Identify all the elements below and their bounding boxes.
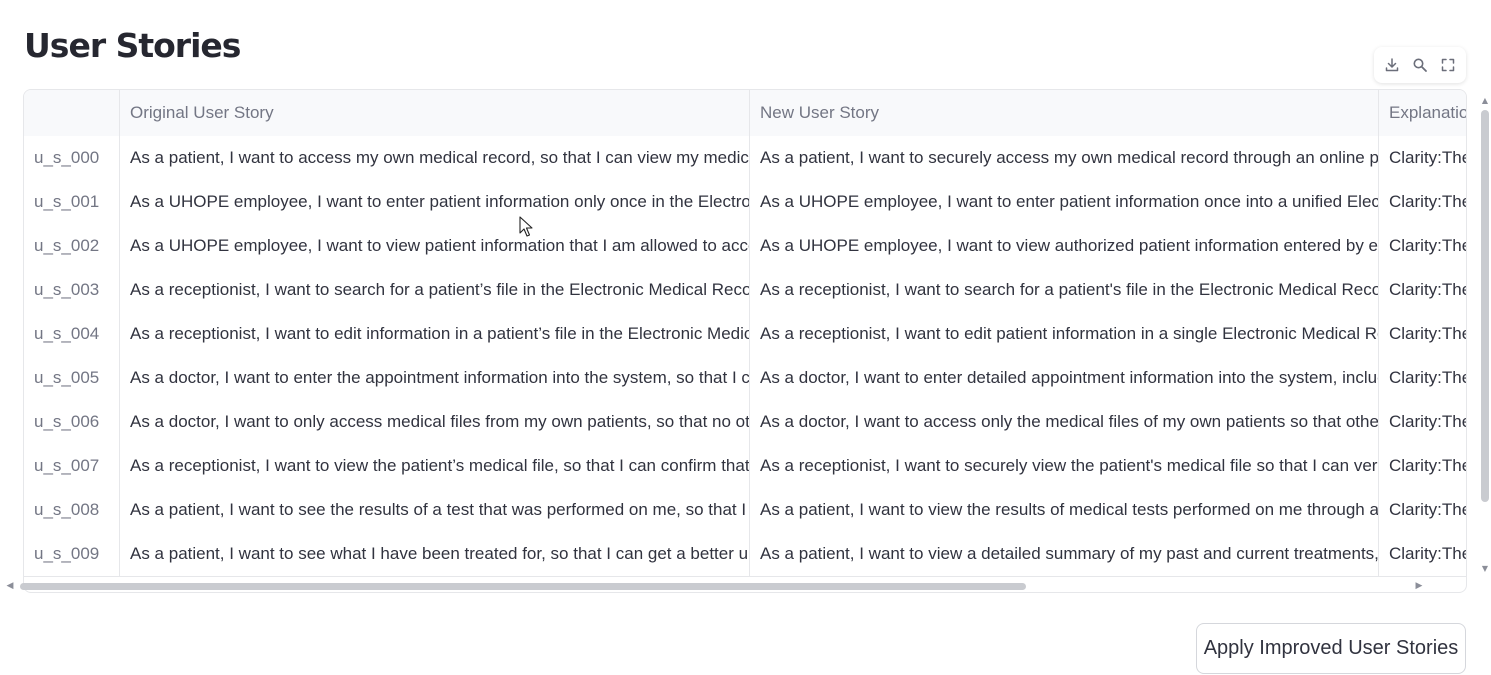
original-story-cell[interactable]: As a UHOPE employee, I want to enter pat… — [120, 180, 750, 224]
user-stories-table[interactable]: Original User Story New User Story Expla… — [23, 89, 1467, 593]
scroll-down-icon[interactable]: ▼ — [1480, 565, 1490, 573]
column-header-explanation[interactable]: Explanation — [1379, 90, 1466, 136]
row-index[interactable]: u_s_008 — [24, 488, 120, 532]
explanation-cell[interactable]: Clarity:The — [1379, 356, 1466, 400]
column-header-original[interactable]: Original User Story — [120, 90, 750, 136]
page-title: User Stories — [24, 26, 241, 65]
row-index[interactable]: u_s_003 — [24, 268, 120, 312]
column-header-new[interactable]: New User Story — [750, 90, 1379, 136]
table-row[interactable]: u_s_000 As a patient, I want to access m… — [24, 136, 1466, 181]
explanation-cell[interactable]: Clarity:The — [1379, 268, 1466, 312]
row-index[interactable]: u_s_004 — [24, 312, 120, 356]
original-story-cell[interactable]: As a patient, I want to access my own me… — [120, 136, 750, 180]
row-index[interactable]: u_s_002 — [24, 224, 120, 268]
explanation-cell[interactable]: Clarity:The — [1379, 180, 1466, 224]
horizontal-scrollbar[interactable] — [20, 583, 1026, 590]
row-index[interactable]: u_s_006 — [24, 400, 120, 444]
explanation-cell[interactable]: Clarity:The — [1379, 532, 1466, 576]
table-row[interactable]: u_s_003 As a receptionist, I want to sea… — [24, 268, 1466, 313]
new-story-cell[interactable]: As a doctor, I want to enter detailed ap… — [750, 356, 1379, 400]
new-story-cell[interactable]: As a receptionist, I want to securely vi… — [750, 444, 1379, 488]
original-story-cell[interactable]: As a patient, I want to see the results … — [120, 488, 750, 532]
row-index[interactable]: u_s_009 — [24, 532, 120, 576]
table-row[interactable]: u_s_006 As a doctor, I want to only acce… — [24, 400, 1466, 445]
table-row[interactable]: u_s_004 As a receptionist, I want to edi… — [24, 312, 1466, 357]
new-story-cell[interactable]: As a receptionist, I want to search for … — [750, 268, 1379, 312]
original-story-cell[interactable]: As a doctor, I want to enter the appoint… — [120, 356, 750, 400]
scroll-right-icon[interactable]: ▶ — [1414, 582, 1424, 591]
new-story-cell[interactable]: As a patient, I want to view the results… — [750, 488, 1379, 532]
explanation-cell[interactable]: Clarity:The — [1379, 400, 1466, 444]
apply-improved-stories-button[interactable]: Apply Improved User Stories — [1196, 623, 1466, 674]
original-story-cell[interactable]: As a UHOPE employee, I want to view pati… — [120, 224, 750, 268]
table-header: Original User Story New User Story Expla… — [24, 90, 1466, 137]
new-story-cell[interactable]: As a patient, I want to securely access … — [750, 136, 1379, 180]
table-row[interactable]: u_s_001 As a UHOPE employee, I want to e… — [24, 180, 1466, 225]
table-row[interactable]: u_s_007 As a receptionist, I want to vie… — [24, 444, 1466, 489]
download-icon[interactable] — [1382, 55, 1402, 75]
fullscreen-icon[interactable] — [1438, 55, 1458, 75]
explanation-cell[interactable]: Clarity:The — [1379, 444, 1466, 488]
column-header-index[interactable] — [24, 90, 120, 136]
table-toolbar — [1374, 47, 1466, 83]
new-story-cell[interactable]: As a receptionist, I want to edit patien… — [750, 312, 1379, 356]
original-story-cell[interactable]: As a receptionist, I want to search for … — [120, 268, 750, 312]
original-story-cell[interactable]: As a doctor, I want to only access medic… — [120, 400, 750, 444]
explanation-cell[interactable]: Clarity:The — [1379, 488, 1466, 532]
new-story-cell[interactable]: As a patient, I want to view a detailed … — [750, 532, 1379, 576]
row-index[interactable]: u_s_001 — [24, 180, 120, 224]
row-index[interactable]: u_s_007 — [24, 444, 120, 488]
new-story-cell[interactable]: As a UHOPE employee, I want to view auth… — [750, 224, 1379, 268]
explanation-cell[interactable]: Clarity:The — [1379, 224, 1466, 268]
scroll-left-icon[interactable]: ◀ — [5, 582, 15, 591]
search-icon[interactable] — [1410, 55, 1430, 75]
mouse-cursor-icon — [519, 216, 533, 237]
vertical-scrollbar[interactable] — [1481, 110, 1489, 502]
new-story-cell[interactable]: As a UHOPE employee, I want to enter pat… — [750, 180, 1379, 224]
new-story-cell[interactable]: As a doctor, I want to access only the m… — [750, 400, 1379, 444]
scroll-up-icon[interactable]: ▲ — [1480, 97, 1490, 105]
row-index[interactable]: u_s_005 — [24, 356, 120, 400]
original-story-cell[interactable]: As a patient, I want to see what I have … — [120, 532, 750, 576]
table-row[interactable]: u_s_005 As a doctor, I want to enter the… — [24, 356, 1466, 401]
explanation-cell[interactable]: Clarity:The — [1379, 312, 1466, 356]
table-row[interactable]: u_s_008 As a patient, I want to see the … — [24, 488, 1466, 533]
table-row[interactable]: u_s_009 As a patient, I want to see what… — [24, 532, 1466, 577]
original-story-cell[interactable]: As a receptionist, I want to edit inform… — [120, 312, 750, 356]
original-story-cell[interactable]: As a receptionist, I want to view the pa… — [120, 444, 750, 488]
table-row[interactable]: u_s_002 As a UHOPE employee, I want to v… — [24, 224, 1466, 269]
explanation-cell[interactable]: Clarity:The — [1379, 136, 1466, 180]
row-index[interactable]: u_s_000 — [24, 136, 120, 180]
